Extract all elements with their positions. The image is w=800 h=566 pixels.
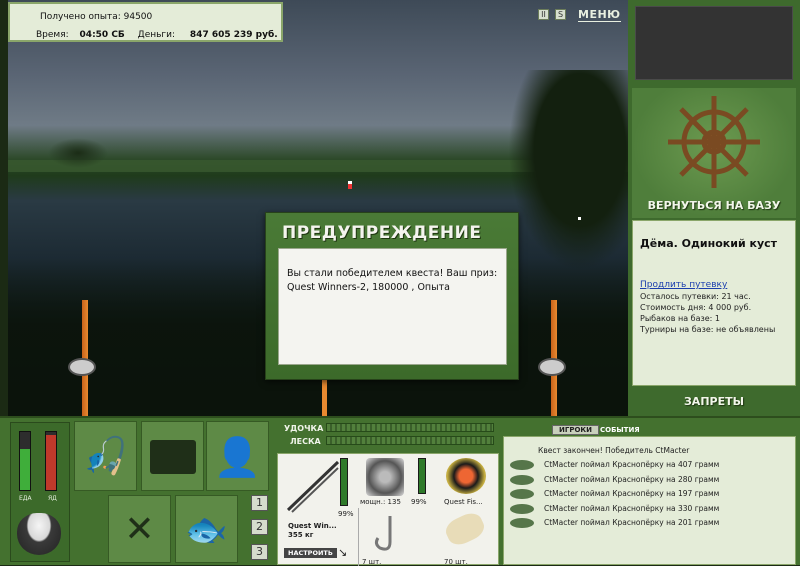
poison-label: ЯД <box>48 495 57 502</box>
slot-3-button[interactable]: 3 <box>251 544 268 560</box>
tackle-box-icon <box>150 440 196 474</box>
reel-image[interactable] <box>366 458 404 496</box>
line-spool-image[interactable] <box>446 458 486 494</box>
rod-weight: 355 кг <box>288 531 314 539</box>
time-label: Время: <box>36 30 69 40</box>
extend-trip-link[interactable]: Продлить путевку <box>640 280 727 290</box>
event-text: CtMacter поймал Краснопёрку на 280 грамм <box>544 474 720 484</box>
rod-image[interactable] <box>284 458 340 514</box>
rod-center[interactable] <box>322 380 327 418</box>
hook-image[interactable] <box>370 514 404 554</box>
island-trees <box>48 138 108 168</box>
fish-event-icon <box>510 518 534 528</box>
cutlery-icon: ✕ <box>124 509 155 550</box>
trip-left: Осталось путевки: 21 час. <box>640 292 751 301</box>
tournaments-info: Турниры на базе: не объявлены <box>640 325 776 334</box>
food-tile[interactable]: ✕ <box>108 495 171 563</box>
rod-percent: 99% <box>338 510 354 518</box>
anglers-count: Рыбаков на базе: 1 <box>640 314 720 323</box>
back-to-base-button[interactable]: ВЕРНУТЬСЯ НА БАЗУ <box>628 199 800 212</box>
poison-gauge <box>45 431 57 491</box>
divider <box>358 508 359 566</box>
slot-1-button[interactable]: 1 <box>251 495 268 511</box>
tab-players[interactable]: ИГРОКИ <box>552 425 599 435</box>
tackle-box-tile[interactable] <box>141 421 204 491</box>
hook-icon <box>374 516 392 551</box>
reel-percent: 99% <box>411 498 427 506</box>
warning-dialog: ПРЕДУПРЕЖДЕНИЕ Вы стали победителем квес… <box>265 212 519 380</box>
bait-image[interactable] <box>442 509 488 549</box>
rod-icon: 🎣 <box>83 436 128 477</box>
rod-tension-label: УДОЧКА <box>284 424 324 433</box>
exp-label: Получено опыта: <box>40 12 121 22</box>
line-name: Quest Fis... <box>444 498 483 506</box>
time-value: 04:50 СБ <box>79 30 125 40</box>
tree-silhouette <box>508 70 628 270</box>
rod-equipment-panel: 99% Quest Win... 355 кг НАСТРОИТЬ ↘ мощн… <box>277 453 499 566</box>
cauldron-icon[interactable] <box>17 513 61 555</box>
reel-right-icon[interactable] <box>538 358 566 376</box>
events-header: Квест закончен! Победитель CtMacter <box>538 446 690 455</box>
tab-events[interactable]: СОБЫТИЯ <box>600 426 640 434</box>
player-info-panel: Получено опыта: 94500 Время: 04:50 СБ Де… <box>8 2 283 42</box>
rods-tile[interactable]: 🎣 <box>74 421 137 491</box>
events-panel: ИГРОКИ СОБЫТИЯ Квест закончен! Победител… <box>503 425 796 565</box>
poison-fill <box>46 434 56 490</box>
fish-icon: 🐟 <box>185 510 228 550</box>
setup-button[interactable]: НАСТРОИТЬ <box>284 548 337 558</box>
money-label: Деньги: <box>137 30 176 40</box>
location-panel: Дёма. Одинокий куст Продлить путевку Ост… <box>632 220 796 386</box>
fisherman-icon: 👤 <box>213 435 262 479</box>
ad-screen <box>635 6 793 80</box>
rod-tension-bar <box>326 423 494 432</box>
event-text: CtMacter поймал Краснопёрку на 201 грамм <box>544 518 720 527</box>
event-text: CtMacter поймал Краснопёрку на 407 грамм <box>544 460 720 469</box>
event-text: CtMacter поймал Краснопёрку на 197 грамм <box>544 489 720 498</box>
rod-name: Quest Win... <box>288 522 337 530</box>
fish-event-icon <box>510 474 534 485</box>
line-tension-bar <box>326 436 494 445</box>
line-tension-label: ЛЕСКА <box>290 437 321 446</box>
event-text: CtMacter поймал Краснопёрку на 330 грамм <box>544 503 720 513</box>
day-cost: Стоимость дня: 4 000 руб. <box>640 303 752 312</box>
menu-button[interactable]: МЕНЮ <box>578 8 621 22</box>
float-marker[interactable] <box>348 181 352 189</box>
fish-event-icon <box>510 460 534 470</box>
exp-value: 94500 <box>123 12 153 22</box>
sound-button[interactable]: S <box>555 9 566 20</box>
reel-left-icon[interactable] <box>68 358 96 376</box>
gauges: ЕДА ЯД <box>10 422 70 562</box>
float-marker-2[interactable] <box>578 217 581 220</box>
fish-event-icon <box>510 503 534 514</box>
rod-illustration-icon <box>286 460 340 513</box>
fish-event-icon <box>510 489 534 499</box>
reel-condition-bar <box>418 458 426 494</box>
dialog-message: Вы стали победителем квеста! Ваш приз: Q… <box>278 248 507 365</box>
money-value: 847 605 239 руб. <box>189 30 278 40</box>
pause-button[interactable]: II <box>538 9 549 20</box>
fish-tile[interactable]: 🐟 <box>175 495 238 563</box>
food-gauge <box>19 431 31 491</box>
expand-arrow-icon[interactable]: ↘ <box>338 546 347 559</box>
character-tile[interactable]: 👤 <box>206 421 269 491</box>
food-fill <box>20 449 30 490</box>
food-label: ЕДА <box>19 495 32 502</box>
bans-button[interactable]: ЗАПРЕТЫ <box>628 395 800 408</box>
slot-2-button[interactable]: 2 <box>251 519 268 535</box>
dialog-title: ПРЕДУПРЕЖДЕНИЕ <box>282 223 482 243</box>
location-title: Дёма. Одинокий куст <box>640 237 778 250</box>
ship-wheel-icon[interactable] <box>632 90 796 200</box>
reel-power: мощн.: 135 <box>360 498 401 506</box>
rod-condition-bar <box>340 458 348 506</box>
